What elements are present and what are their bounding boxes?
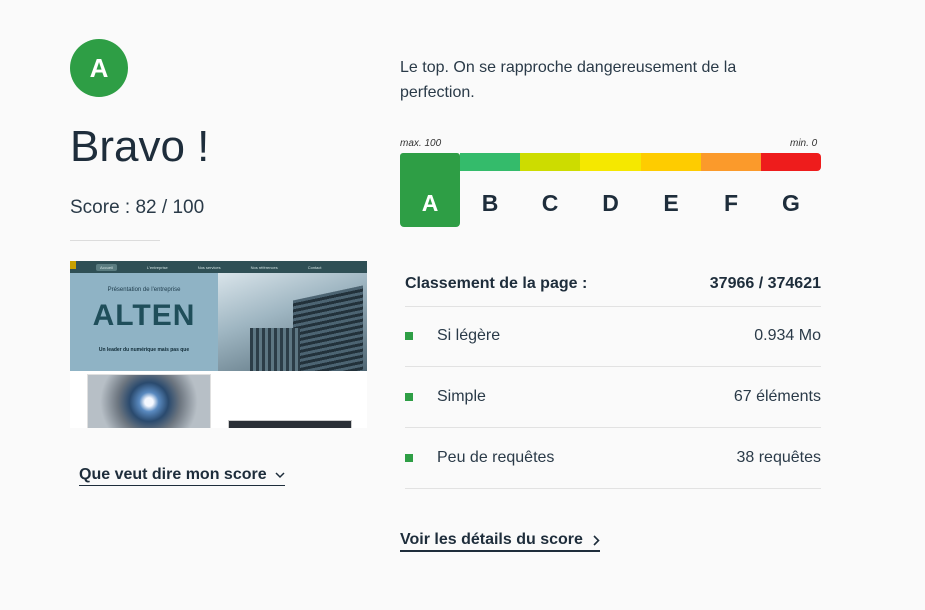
chevron-down-icon (275, 471, 285, 478)
grade-segment-d (580, 153, 641, 171)
score-description: Le top. On se rapproche dangereusement d… (400, 59, 737, 101)
grade-segment-e (641, 153, 701, 171)
grade-letter-d: D (602, 190, 619, 216)
ranking-value: 37966 / 374621 (709, 275, 821, 292)
chevron-right-icon (593, 534, 600, 546)
metric-label: Peu de requêtes (437, 449, 555, 466)
thumbnail-nav-item: Nos services (197, 264, 221, 270)
thumbnail-globe-image (87, 374, 211, 428)
building-shape (250, 328, 300, 371)
page-ranking: Classement de la page : 37966 / 374621 (405, 262, 821, 307)
grade-letter-a: A (421, 190, 439, 216)
metric-value: 38 requêtes (736, 449, 821, 466)
thumbnail-brand: ALTEN (92, 299, 196, 332)
score-details-label: Voir les détails du score (400, 531, 583, 548)
status-square-icon (405, 393, 413, 401)
grade-letter-b: B (481, 190, 499, 216)
metric-row-weight: Si légère 0.934 Mo (405, 306, 821, 367)
thumbnail-building-image (218, 273, 367, 371)
page-title: Bravo ! (70, 122, 210, 171)
explain-score-link[interactable]: Que veut dire mon score (79, 466, 285, 486)
thumbnail-flag-icon (70, 261, 76, 269)
grade-scale: A B C D E F G (400, 153, 821, 228)
thumbnail-tagline: Un leader du numérique mais pas que (98, 347, 190, 353)
thumbnail-nav-item: Contact (307, 264, 322, 270)
grade-segment-f (701, 153, 761, 171)
thumbnail-image (228, 420, 352, 428)
grade-segment-g (761, 153, 821, 171)
grade-letter-f: F (723, 190, 739, 216)
thumbnail-nav-item: Accueil (96, 263, 117, 271)
thumbnail-nav-item: L'entreprise (146, 264, 168, 270)
grade-letter-e: E (663, 190, 679, 216)
ranking-label: Classement de la page : (405, 275, 588, 292)
grade-segment-b (460, 153, 520, 171)
scale-min-label: min. 0 (790, 138, 818, 149)
status-square-icon (405, 332, 413, 340)
thumbnail-kicker: Présentation de l'entreprise (107, 287, 181, 293)
grade-badge: A (70, 39, 128, 97)
grade-letter-c: C (541, 190, 559, 216)
score-details-link[interactable]: Voir les détails du score (400, 531, 600, 552)
status-square-icon (405, 454, 413, 462)
metric-value: 0.934 Mo (754, 327, 821, 344)
metric-row-requests: Peu de requêtes 38 requêtes (405, 428, 821, 489)
score-text: Score : 82 / 100 (70, 197, 205, 218)
building-shape (293, 285, 363, 371)
metric-label: Si légère (437, 327, 501, 344)
page-thumbnail: Accueil L'entreprise Nos services Nos ré… (70, 261, 367, 428)
divider (70, 240, 160, 241)
scale-max-label: max. 100 (400, 138, 442, 149)
thumbnail-nav: Accueil L'entreprise Nos services Nos ré… (70, 261, 367, 273)
explain-score-label: Que veut dire mon score (79, 466, 267, 483)
metric-label: Simple (437, 388, 486, 405)
metric-row-elements: Simple 67 éléments (405, 367, 821, 428)
thumbnail-nav-item: Nos références (250, 264, 278, 270)
metric-value: 67 éléments (733, 388, 821, 405)
grade-segment-c (520, 153, 580, 171)
grade-letter-g: G (782, 190, 800, 216)
